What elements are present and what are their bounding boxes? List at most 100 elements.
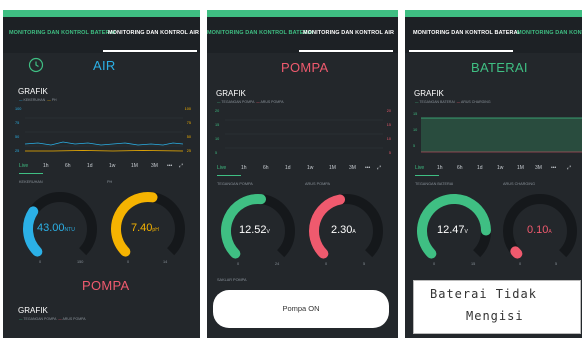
chart-title: GRAFIK: [18, 87, 48, 96]
range-1d[interactable]: 1d: [87, 163, 93, 169]
time-range-bar: Live 1h 6h 1d 1w 1M 3M ••• ⤢: [405, 165, 582, 175]
gauge-max: 5: [555, 262, 558, 266]
battery-voltage-value: 12.47V: [437, 224, 468, 236]
panel-baterai: MONITORING DAN KONTROL BATERAI MONITORIN…: [405, 10, 582, 338]
range-selected-indicator: [415, 175, 439, 176]
pump-toggle-button[interactable]: Pompa ON: [213, 290, 389, 328]
chart-lines: [421, 117, 582, 153]
page-title: BATERAI: [471, 60, 528, 75]
battery-status-lcd: Baterai Tidak Mengisi: [413, 280, 581, 334]
chart-legend: — TEGANGAN POMPA — ARUS POMPA: [217, 100, 284, 104]
tab-air[interactable]: MONITORING DAN KONTROL AIR: [303, 30, 394, 36]
range-1h[interactable]: 1h: [241, 165, 247, 171]
page-title: POMPA: [281, 60, 329, 75]
range-1w[interactable]: 1w: [307, 165, 313, 171]
range-1w[interactable]: 1w: [497, 165, 503, 171]
range-1h[interactable]: 1h: [437, 165, 443, 171]
gauge-fill: [23, 206, 43, 257]
range-3m[interactable]: 3M: [535, 165, 542, 171]
range-1m[interactable]: 1M: [329, 165, 336, 171]
more-icon[interactable]: •••: [167, 163, 172, 169]
tab-bar: MONITORING DAN KONTROL BATERAI MONITORIN…: [207, 17, 398, 53]
range-1m[interactable]: 1M: [517, 165, 524, 171]
panel-air: MONITORING DAN KONTROL BATERAI MONITORIN…: [3, 10, 200, 338]
time-range-bar: Live 1h 6h 1d 1w 1M 3M ••• ⤢: [3, 163, 200, 173]
switch-label: SAKLAR POMPA: [217, 278, 247, 282]
gauge-max: 5: [363, 262, 366, 266]
gauge-fill: [510, 246, 523, 259]
chart-grid: [225, 119, 383, 149]
status-bar: [3, 10, 200, 17]
tab-air[interactable]: MONITORING DAN KONTROL AIR: [108, 30, 199, 36]
gauge-min: 0: [127, 260, 130, 264]
gauge-label: ARUS CHARGING: [503, 182, 536, 186]
gauge-max: 14: [163, 260, 168, 264]
page-title: AIR: [93, 58, 116, 73]
tab-bar: MONITORING DAN KONTROL BATERAI MONITORIN…: [3, 17, 200, 53]
expand-icon[interactable]: ⤢: [377, 165, 381, 171]
tab-baterai[interactable]: MONITORING DAN KONTROL BATERAI: [9, 30, 115, 36]
status-bar: [207, 10, 398, 17]
range-1h[interactable]: 1h: [43, 163, 49, 169]
range-live[interactable]: Live: [415, 165, 424, 171]
charging-current-value: 0.10A: [527, 224, 552, 236]
range-1d[interactable]: 1d: [477, 165, 483, 171]
range-1m[interactable]: 1M: [131, 163, 138, 169]
range-live[interactable]: Live: [19, 163, 28, 169]
pump-current-value: 2.30A: [331, 224, 356, 236]
gauge-max: 15: [471, 262, 476, 266]
range-6h[interactable]: 6h: [65, 163, 71, 169]
gauge-label: TEGANGAN BATERAI: [415, 182, 454, 186]
time-range-bar: Live 1h 6h 1d 1w 1M 3M ••• ⤢: [207, 165, 398, 175]
chart-legend: — KEKERUHAN — PH: [19, 98, 57, 102]
gauge-min: 0: [237, 262, 240, 266]
range-3m[interactable]: 3M: [349, 165, 356, 171]
chart-lines: [24, 117, 184, 152]
range-1d[interactable]: 1d: [285, 165, 291, 171]
gauge-label: TEGANGAN POMPA: [217, 182, 253, 186]
gauge-label: ARUS POMPA: [305, 182, 331, 186]
tab-indicator: [299, 50, 393, 52]
gauge-min: 0: [433, 262, 436, 266]
chart-area: 15 10 5: [411, 106, 582, 162]
tab-baterai[interactable]: MONITORING DAN KONTROL BATERAI: [207, 30, 313, 36]
turbidity-value: 43.00NTU: [37, 222, 75, 234]
chart-title: GRAFIK: [414, 89, 444, 98]
ph-value: 7.40pH: [131, 222, 159, 234]
chart-area: 20 15 10 5 20 15 10 5: [213, 106, 393, 162]
tab-indicator: [103, 50, 197, 52]
chart-title: GRAFIK: [18, 306, 48, 315]
gauge-min: 0: [325, 262, 328, 266]
status-bar: [405, 10, 582, 17]
range-selected-indicator: [217, 175, 241, 176]
tab-baterai[interactable]: MONITORING DAN KONTROL BATERAI: [413, 30, 519, 36]
section-title: POMPA: [82, 278, 130, 293]
chart-legend: — TEGANGAN POMPA — ARUS POMPA: [19, 317, 86, 321]
tab-air[interactable]: MONITORING DAN KONTROL AIR: [517, 30, 582, 36]
tab-indicator: [409, 50, 513, 52]
gauge-max: 150: [77, 260, 84, 264]
expand-icon[interactable]: ⤢: [179, 163, 183, 169]
chart-title: GRAFIK: [216, 89, 246, 98]
pump-voltage-value: 12.52V: [239, 224, 270, 236]
more-icon[interactable]: •••: [365, 165, 370, 171]
expand-icon[interactable]: ⤢: [567, 165, 571, 171]
more-icon[interactable]: •••: [551, 165, 556, 171]
chart-area: 100 75 50 25 100 75 50 25: [13, 104, 193, 160]
gauge-min: 0: [39, 260, 42, 264]
tab-bar: MONITORING DAN KONTROL BATERAI MONITORIN…: [405, 17, 582, 53]
range-1w[interactable]: 1w: [109, 163, 115, 169]
range-live[interactable]: Live: [217, 165, 226, 171]
range-6h[interactable]: 6h: [263, 165, 269, 171]
clock-icon[interactable]: [28, 57, 44, 73]
gauge-label: PH: [107, 180, 113, 184]
range-selected-indicator: [19, 173, 43, 174]
gauge-label: KEKERUHAN: [19, 180, 43, 184]
gauge-max: 24: [275, 262, 280, 266]
chart-legend: — TEGANGAN BATERAI — ARUS CHARGING: [415, 100, 491, 104]
gauge-min: 0: [519, 262, 522, 266]
range-3m[interactable]: 3M: [151, 163, 158, 169]
lcd-line-2: Mengisi: [466, 309, 524, 323]
lcd-line-1: Baterai Tidak: [430, 287, 537, 301]
range-6h[interactable]: 6h: [457, 165, 463, 171]
